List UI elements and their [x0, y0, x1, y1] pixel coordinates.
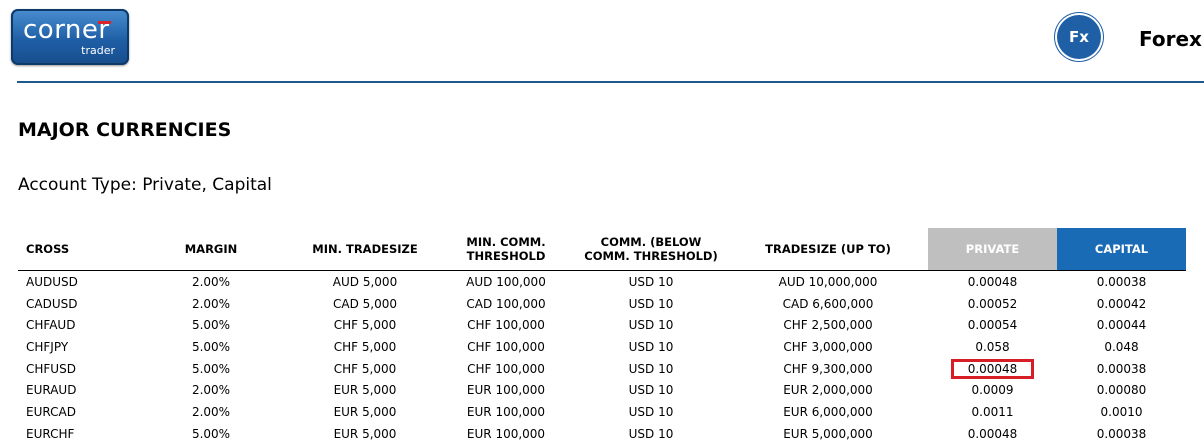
table-row: CHFAUD 5.00% CHF 5,000 CHF 100,000 USD 10 CHF…	[18, 314, 1186, 336]
cell-comm-below: USD 10	[628, 274, 674, 289]
table-row: EURAUD 2.00% EUR 5,000 EUR 100,000 USD 10 EUR…	[18, 379, 1186, 401]
cell-min-comm-threshold: CHF 100,000	[467, 318, 545, 333]
cell-margin: 5.00%	[191, 339, 231, 354]
cell-margin: 5.00%	[191, 361, 231, 376]
cell-comm-below: USD 10	[628, 404, 674, 419]
column-header-min-comm-threshold: MIN. COMM. THRESHOLD	[466, 235, 546, 263]
logo-subtext: trader	[81, 44, 115, 57]
fx-icon: Fx	[1057, 15, 1101, 59]
cell-cross: CADUSD	[26, 296, 78, 311]
cell-private: 0.00054	[967, 318, 1018, 333]
cell-private: 0.058	[975, 339, 1010, 354]
cell-comm-below: USD 10	[628, 296, 674, 311]
cell-margin: 2.00%	[191, 274, 231, 289]
cell-min-tradesize: CAD 5,000	[333, 296, 397, 311]
cell-margin: 2.00%	[191, 404, 231, 419]
cell-cross: EURAUD	[26, 383, 77, 398]
cell-private: 0.0011	[971, 404, 1014, 419]
column-header-margin: MARGIN	[184, 242, 238, 256]
cell-min-comm-threshold: CHF 100,000	[467, 361, 545, 376]
cell-capital: 0.00044	[1096, 318, 1147, 333]
cell-private: 0.00048	[967, 274, 1018, 289]
cell-cross: EURCHF	[26, 426, 75, 441]
cell-min-tradesize: EUR 5,000	[333, 404, 397, 419]
column-header-min-tradesize: MIN. TRADESIZE	[312, 242, 418, 256]
column-header-comm-below: COMM. (BELOW COMM. THRESHOLD)	[584, 235, 718, 263]
cell-capital: 0.0010	[1100, 404, 1143, 419]
cell-capital: 0.00038	[1096, 274, 1147, 289]
cell-cross: CHFAUD	[26, 318, 76, 333]
header-divider	[17, 81, 1204, 83]
cell-cross: CHFUSD	[26, 361, 76, 376]
cell-tradesize: EUR 6,000,000	[783, 404, 873, 419]
cell-min-tradesize: EUR 5,000	[333, 426, 397, 441]
cell-capital: 0.00038	[1096, 426, 1147, 441]
cell-min-comm-threshold: EUR 100,000	[466, 426, 546, 441]
cell-private: 0.00048	[967, 426, 1018, 441]
cell-private: 0.00052	[967, 296, 1018, 311]
cell-tradesize: CHF 2,500,000	[783, 318, 873, 333]
cell-comm-below: USD 10	[628, 339, 674, 354]
table-row: EURCHF 5.00% EUR 5,000 EUR 100,000 USD 10 EUR…	[18, 423, 1186, 445]
table-row: EURCAD 2.00% EUR 5,000 EUR 100,000 USD 10 EUR…	[18, 401, 1186, 423]
cell-min-comm-threshold: CHF 100,000	[467, 339, 545, 354]
cell-cross: EURCAD	[26, 404, 76, 419]
cell-min-comm-threshold: CAD 100,000	[466, 296, 546, 311]
cell-cross: CHFJPY	[26, 339, 69, 354]
cell-comm-below: USD 10	[628, 318, 674, 333]
cell-min-tradesize: EUR 5,000	[333, 383, 397, 398]
column-header-cross: CROSS	[26, 242, 70, 256]
cell-min-comm-threshold: EUR 100,000	[466, 404, 546, 419]
highlighted-value: 0.00048	[950, 358, 1035, 379]
cell-min-tradesize: CHF 5,000	[333, 361, 397, 376]
cell-capital: 0.00042	[1096, 296, 1147, 311]
cell-private: 0.00048	[928, 358, 1057, 380]
table-header-row: CROSS MARGIN MIN. TRADESIZE MIN. COMM. THRES…	[18, 228, 1186, 271]
cell-comm-below: USD 10	[628, 361, 674, 376]
cell-tradesize: CAD 6,600,000	[782, 296, 874, 311]
cell-tradesize: EUR 2,000,000	[783, 383, 873, 398]
column-header-private: PRIVATE	[928, 228, 1057, 271]
page-title: MAJOR CURRENCIES	[18, 119, 232, 141]
section-title: Forex	[1139, 27, 1202, 51]
cell-capital: 0.00038	[1096, 361, 1147, 376]
cell-tradesize: AUD 10,000,000	[778, 274, 878, 289]
cell-min-comm-threshold: EUR 100,000	[466, 383, 546, 398]
table-row: CADUSD 2.00% CAD 5,000 CAD 100,000 USD 10 CAD…	[18, 293, 1186, 315]
account-type-label: Account Type: Private, Capital	[18, 175, 272, 195]
cell-margin: 2.00%	[191, 383, 231, 398]
column-header-capital: CAPITAL	[1057, 228, 1186, 271]
cell-capital: 0.00080	[1096, 383, 1147, 398]
table-row: CHFUSD 5.00% CHF 5,000 CHF 100,000 USD 10 CHF…	[18, 358, 1186, 380]
cell-cross: AUDUSD	[26, 274, 78, 289]
cell-capital: 0.048	[1104, 339, 1139, 354]
table-row: CHFJPY 5.00% CHF 5,000 CHF 100,000 USD 10 CHF…	[18, 336, 1186, 358]
cell-private: 0.0009	[971, 383, 1014, 398]
table-row: AUDUSD 2.00% AUD 5,000 AUD 100,000 USD 10 AUD…	[18, 271, 1186, 293]
cell-tradesize: CHF 9,300,000	[783, 361, 873, 376]
cell-margin: 5.00%	[191, 426, 231, 441]
cell-tradesize: EUR 5,000,000	[783, 426, 873, 441]
cell-margin: 2.00%	[191, 296, 231, 311]
cell-min-tradesize: AUD 5,000	[332, 274, 398, 289]
cell-min-comm-threshold: AUD 100,000	[466, 274, 546, 289]
cell-tradesize: CHF 3,000,000	[783, 339, 873, 354]
commission-table: CROSS MARGIN MIN. TRADESIZE MIN. COMM. THRES…	[18, 228, 1186, 445]
cell-min-tradesize: CHF 5,000	[333, 318, 397, 333]
corner-trader-logo[interactable]: corner trader	[11, 9, 129, 65]
logo-accent-mark	[98, 21, 111, 24]
cell-comm-below: USD 10	[628, 383, 674, 398]
cell-min-tradesize: CHF 5,000	[333, 339, 397, 354]
cell-comm-below: USD 10	[628, 426, 674, 441]
logo-wordmark: corner	[23, 15, 110, 45]
cell-margin: 5.00%	[191, 318, 231, 333]
column-header-tradesize: TRADESIZE (UP TO)	[765, 242, 891, 256]
